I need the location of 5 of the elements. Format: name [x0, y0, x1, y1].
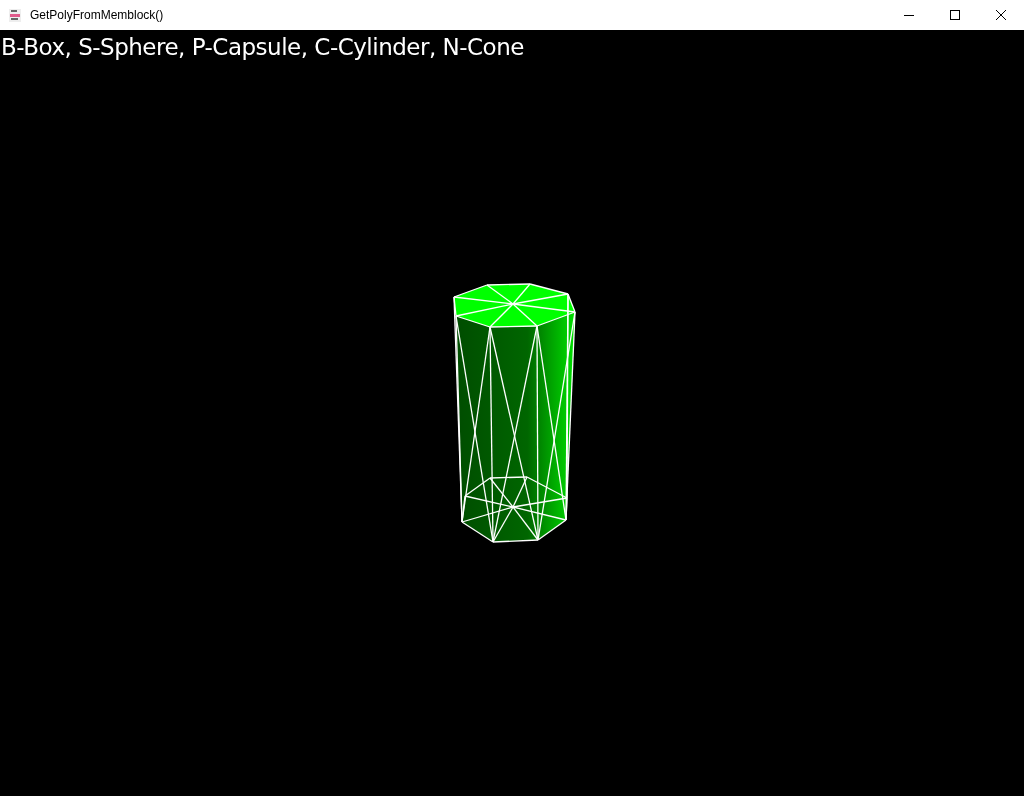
app-icon	[9, 8, 21, 22]
close-icon	[996, 10, 1006, 20]
maximize-icon	[950, 10, 960, 20]
window-title: GetPolyFromMemblock()	[30, 8, 164, 22]
key-help-text: B-Box, S-Sphere, P-Capsule, C-Cylinder, N-Cone	[0, 33, 524, 62]
